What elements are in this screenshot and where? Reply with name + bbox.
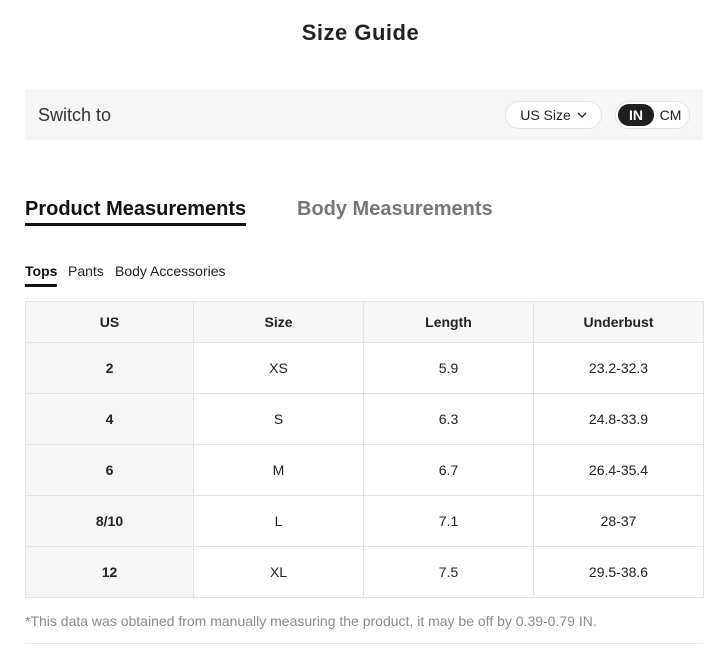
unit-cm-button[interactable]: CM	[654, 104, 687, 126]
cell-size: M	[193, 444, 364, 496]
cell-underbust: 23.2-32.3	[533, 342, 704, 394]
switch-label: Switch to	[38, 104, 112, 125]
table-row: 12 XL 7.5 29.5-38.6	[25, 546, 704, 598]
cell-us: 6	[25, 444, 194, 496]
cell-length: 6.7	[363, 444, 534, 496]
switch-bar: Switch to US Size IN CM	[25, 90, 703, 140]
cell-us: 4	[25, 393, 194, 445]
tab-tops[interactable]: Tops	[25, 263, 58, 287]
cell-length: 5.9	[363, 342, 534, 394]
size-table: US Size Length Underbust 2 XS 5.9 23.2-3…	[25, 301, 704, 598]
tab-body-accessories[interactable]: Body Accessories	[115, 263, 226, 279]
page-title: Size Guide	[301, 20, 420, 45]
tab-body-measurements[interactable]: Body Measurements	[297, 198, 493, 221]
unit-in-button[interactable]: IN	[618, 104, 654, 126]
table-header-row: US Size Length Underbust	[25, 301, 704, 343]
cell-size: XS	[193, 342, 364, 394]
cell-underbust: 26.4-35.4	[533, 444, 704, 496]
size-system-dropdown[interactable]: US Size	[505, 101, 602, 129]
cell-length: 7.5	[363, 546, 534, 598]
cell-underbust: 28-37	[533, 495, 704, 547]
cell-us: 8/10	[25, 495, 194, 547]
chevron-down-icon	[577, 112, 587, 118]
cell-underbust: 29.5-38.6	[533, 546, 704, 598]
col-header-length: Length	[363, 301, 534, 343]
unit-toggle: IN CM	[615, 101, 690, 129]
cell-us: 12	[25, 546, 194, 598]
tab-pants[interactable]: Pants	[68, 263, 104, 279]
cell-size: XL	[193, 546, 364, 598]
cell-underbust: 24.8-33.9	[533, 393, 704, 445]
col-header-size: Size	[193, 301, 364, 343]
cell-size: S	[193, 393, 364, 445]
cell-size: L	[193, 495, 364, 547]
divider	[25, 643, 703, 644]
col-header-us: US	[25, 301, 194, 343]
tab-product-measurements[interactable]: Product Measurements	[25, 198, 247, 226]
table-row: 8/10 L 7.1 28-37	[25, 495, 704, 547]
cell-length: 7.1	[363, 495, 534, 547]
col-header-underbust: Underbust	[533, 301, 704, 343]
table-row: 2 XS 5.9 23.2-32.3	[25, 342, 704, 394]
size-guide-page: Size Guide Switch to US Size IN CM Produ…	[0, 0, 721, 652]
cell-us: 2	[25, 342, 194, 394]
size-system-value: US Size	[520, 107, 571, 123]
table-row: 4 S 6.3 24.8-33.9	[25, 393, 704, 445]
cell-length: 6.3	[363, 393, 534, 445]
measurement-note: *This data was obtained from manually me…	[25, 613, 597, 629]
table-row: 6 M 6.7 26.4-35.4	[25, 444, 704, 496]
